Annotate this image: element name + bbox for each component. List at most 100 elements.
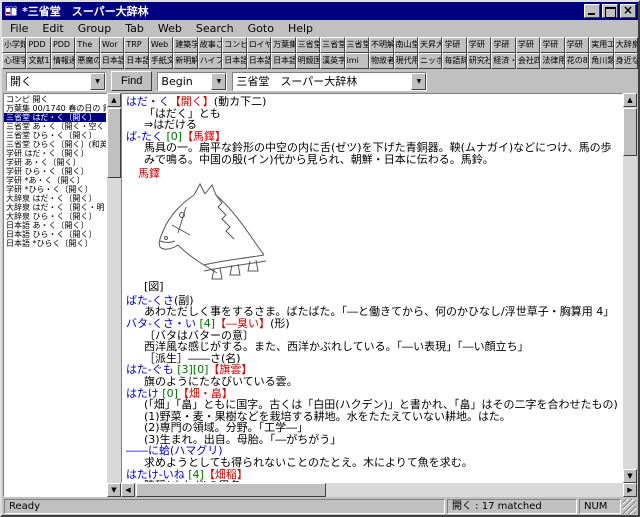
result-item[interactable]: 学研 *あ・く〔開く〕 xyxy=(4,176,106,185)
result-item[interactable]: 日本語 あ・く〔開く〕 xyxy=(4,221,106,230)
menu-item-search[interactable]: Search xyxy=(189,21,241,36)
menu-item-web[interactable]: Web xyxy=(151,21,189,36)
menu-item-help[interactable]: Help xyxy=(281,21,320,36)
result-item[interactable]: 三省堂 はだ・く〔開く〕 xyxy=(4,113,106,122)
search-mode-combobox[interactable]: Begin ▼ xyxy=(157,72,227,91)
dict-tab[interactable]: The xyxy=(75,37,99,53)
result-item[interactable]: 大辞泉 はだ・く〔開く・明く〕 xyxy=(4,203,106,212)
scrollbar-track[interactable] xyxy=(135,483,623,497)
result-item[interactable]: 学研 はだ・く〔開く〕 xyxy=(4,149,106,158)
result-item[interactable]: 日本語 ひら・く〔開く〕 xyxy=(4,230,106,239)
dict-tab[interactable]: 学研 xyxy=(516,37,540,53)
scroll-up-icon[interactable]: ▲ xyxy=(107,93,121,107)
scrollbar-thumb[interactable] xyxy=(107,108,121,178)
search-term-value[interactable]: 開く xyxy=(7,73,90,90)
search-mode-value[interactable]: Begin xyxy=(158,73,211,90)
result-item[interactable]: 日本語 *ひらく〔開く〕 xyxy=(4,239,106,248)
dict-tab[interactable]: 日本語 xyxy=(222,53,246,69)
dict-tab[interactable]: 天昇大 xyxy=(418,37,442,53)
menu-item-group[interactable]: Group xyxy=(71,21,119,36)
content-hscrollbar[interactable]: ◀ ▶ xyxy=(121,483,637,497)
chevron-down-icon[interactable]: ▼ xyxy=(211,73,226,90)
scroll-left-icon[interactable]: ◀ xyxy=(121,483,135,497)
menu-item-tab[interactable]: Tab xyxy=(118,21,151,36)
dict-tab[interactable]: 花の86 xyxy=(565,53,589,69)
dict-tab[interactable]: 不明解 xyxy=(369,37,393,53)
dict-tab[interactable]: imi xyxy=(345,53,369,69)
dict-tab[interactable]: 研究社 xyxy=(467,53,491,69)
close-button[interactable] xyxy=(620,4,636,18)
scroll-right-icon[interactable]: ▶ xyxy=(623,483,637,497)
dict-tab[interactable]: 角川類 xyxy=(589,53,613,69)
result-item[interactable]: 学研 *ひら・く〔開く〕 xyxy=(4,185,106,194)
dict-tab[interactable]: 情報通 xyxy=(51,53,75,69)
dict-tab[interactable]: 故事こ xyxy=(198,37,222,53)
result-item[interactable]: 三省堂 ひらく〔開く〕(和英) xyxy=(4,140,106,149)
dict-tab[interactable]: 法律用 xyxy=(540,53,564,69)
dict-tab[interactable]: 学研 xyxy=(491,37,515,53)
dict-tab[interactable]: コンピ xyxy=(222,37,246,53)
dict-tab[interactable]: 南山堂 xyxy=(394,37,418,53)
dict-tab[interactable]: 三省堂 xyxy=(320,37,344,53)
scrollbar-track[interactable] xyxy=(107,107,121,483)
dict-tab[interactable]: 日本語 xyxy=(124,53,148,69)
menu-item-goto[interactable]: Goto xyxy=(241,21,281,36)
dict-tab[interactable]: ニッポ xyxy=(418,53,442,69)
dict-tab[interactable]: 明鏡国 xyxy=(296,53,320,69)
dict-tab[interactable]: Wor xyxy=(100,37,124,53)
dict-tab[interactable]: 毎語辞 xyxy=(442,53,466,69)
dict-tab[interactable]: ハイブ xyxy=(198,53,222,69)
dict-tab[interactable]: 悪魔の xyxy=(75,53,99,69)
resize-grip[interactable] xyxy=(623,499,636,514)
dict-tab[interactable]: 三省堂 xyxy=(296,37,320,53)
dict-tab[interactable]: 三省堂 xyxy=(345,37,369,53)
dict-tab[interactable]: 手紙文 xyxy=(149,53,173,69)
maximize-button[interactable] xyxy=(602,4,618,18)
scrollbar-thumb[interactable] xyxy=(623,108,637,156)
scroll-down-icon[interactable]: ▼ xyxy=(107,483,121,497)
dict-tab[interactable]: 学研 xyxy=(565,37,589,53)
chevron-down-icon[interactable]: ▼ xyxy=(411,73,426,90)
dict-tab[interactable]: ロイヤ xyxy=(247,37,271,53)
dictionary-value[interactable]: 三省堂 スーパー大辞林 xyxy=(233,73,411,90)
dict-tab[interactable]: 物故者 xyxy=(369,53,393,69)
dict-tab[interactable]: 日本語 xyxy=(247,53,271,69)
dict-tab[interactable]: 建築学 xyxy=(173,37,197,53)
dict-tab[interactable]: PDD xyxy=(51,37,75,53)
dict-tab[interactable]: 学研 xyxy=(540,37,564,53)
dict-tab[interactable]: 学研 xyxy=(467,37,491,53)
dict-tab[interactable]: 万葉集 xyxy=(271,37,295,53)
content-scrollbar[interactable]: ▲ ▼ xyxy=(623,93,637,483)
dict-tab[interactable]: 小学館 xyxy=(2,37,26,53)
scroll-down-icon[interactable]: ▼ xyxy=(623,469,637,483)
result-item[interactable]: 大辞泉 はだ・く〔開く〕 xyxy=(4,194,106,203)
dict-tab[interactable]: Web xyxy=(149,37,173,53)
menu-item-file[interactable]: File xyxy=(3,21,35,36)
scrollbar-thumb[interactable] xyxy=(136,483,326,497)
dict-tab[interactable]: PDD xyxy=(26,37,50,53)
scrollbar-track[interactable] xyxy=(623,107,637,469)
results-scrollbar[interactable]: ▲ ▼ xyxy=(107,93,121,497)
result-item[interactable]: 三省堂 あ・く〔開く・空く・明く〕 xyxy=(4,122,106,131)
dict-tab[interactable]: 新明解 xyxy=(173,53,197,69)
dict-tab[interactable]: 現代用 xyxy=(394,53,418,69)
dict-tab[interactable]: 身近な xyxy=(614,53,638,69)
minimize-button[interactable] xyxy=(584,4,600,18)
dictionary-combobox[interactable]: 三省堂 スーパー大辞林 ▼ xyxy=(232,72,427,91)
find-button[interactable]: Find xyxy=(111,71,152,91)
dict-tab[interactable]: 日本語 xyxy=(271,53,295,69)
result-item[interactable]: 学研 ひら・く〔開く〕 xyxy=(4,167,106,176)
result-item[interactable]: コンピ 開く xyxy=(4,95,106,104)
chevron-down-icon[interactable]: ▼ xyxy=(90,73,105,90)
result-item[interactable]: 万葉集 00/1740 春の日の 霞め xyxy=(4,104,106,113)
dict-tab[interactable]: 会社四 xyxy=(516,53,540,69)
dict-tab[interactable]: 学研 xyxy=(442,37,466,53)
dict-tab[interactable]: 経済・ xyxy=(491,53,515,69)
menu-item-edit[interactable]: Edit xyxy=(35,21,70,36)
dict-tab[interactable]: 漢英字 xyxy=(320,53,344,69)
dict-tab[interactable]: 実用エ xyxy=(589,37,613,53)
dict-tab[interactable]: 心理学 xyxy=(2,53,26,69)
scroll-up-icon[interactable]: ▲ xyxy=(623,93,637,107)
result-item[interactable]: 三省堂 ひら・く〔開く〕 xyxy=(4,131,106,140)
search-term-combobox[interactable]: 開く ▼ xyxy=(6,72,106,91)
